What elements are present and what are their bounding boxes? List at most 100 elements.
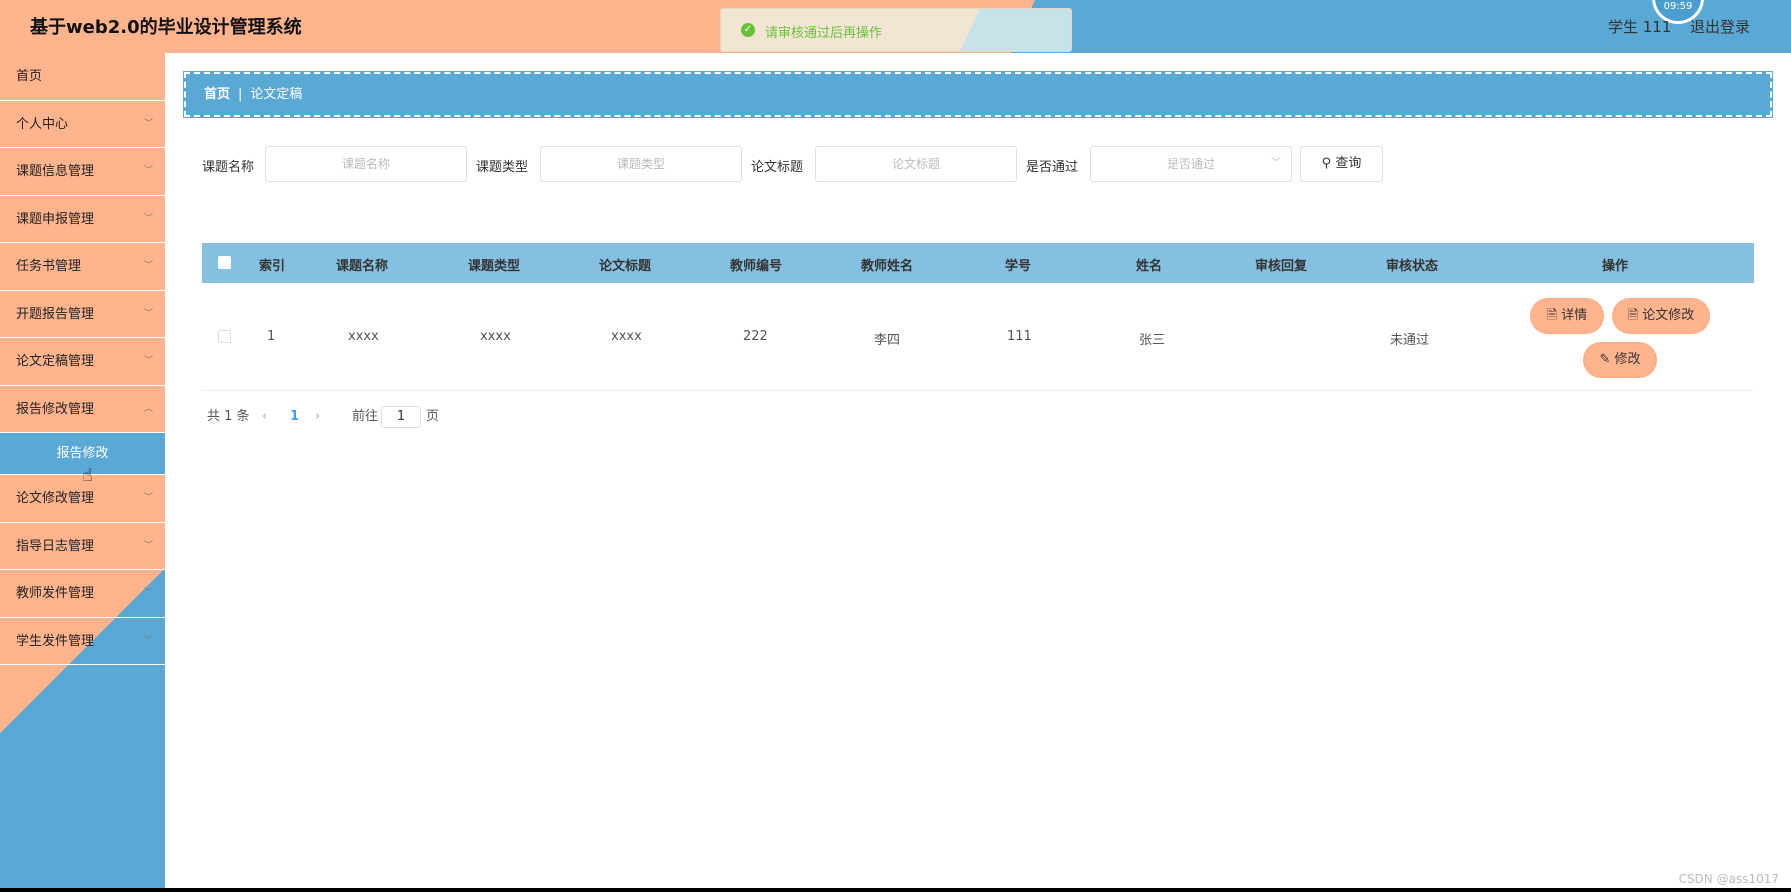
breadcrumb-separator: | xyxy=(238,87,243,102)
main-content: 首页 | 论文定稿 课题名称 课题名称 课题类型 课题类型 论文标题 论文标题 是否… xyxy=(165,53,1791,888)
sidebar-item-label: 首页 xyxy=(16,69,43,84)
search-icon: ⚲ xyxy=(1321,156,1332,171)
chevron-down-icon: ﹀ xyxy=(143,493,153,503)
sidebar-item-opening-report[interactable]: 开题报告管理 ﹀ xyxy=(0,291,165,338)
cell-type: xxxx xyxy=(480,329,511,344)
pencil-icon: ✎ xyxy=(1599,352,1611,367)
sidebar-item-label: 教师发件管理 xyxy=(16,586,95,601)
chevron-up-icon: ︿ xyxy=(143,403,153,414)
pagination-total: 共 1 条 xyxy=(207,409,250,424)
logout-link[interactable]: 退出登录 xyxy=(1690,16,1750,37)
sidebar-item-label: 学生发件管理 xyxy=(16,633,95,649)
app-title: 基于web2.0的毕业设计管理系统 xyxy=(30,17,302,38)
watermark: CSDN @ass1017 xyxy=(1678,872,1779,886)
type-input[interactable]: 课题类型 xyxy=(540,146,742,182)
cell-status: 未通过 xyxy=(1390,333,1430,348)
cell-topic: xxxx xyxy=(348,329,379,344)
cell-teacher-no: 222 xyxy=(743,329,768,344)
sidebar-item-label: 个人中心 xyxy=(16,116,69,132)
col-header: 教师编号 xyxy=(730,259,783,274)
data-table: 索引 课题名称 课题类型 论文标题 教师编号 教师姓名 学号 姓名 审核回复 审… xyxy=(202,243,1754,391)
chevron-down-icon: ﹀ xyxy=(143,635,153,646)
breadcrumb-home[interactable]: 首页 xyxy=(204,87,230,102)
sidebar-item-guide-log[interactable]: 指导日志管理 ﹀ xyxy=(0,523,165,570)
sidebar-item-label: 任务书管理 xyxy=(16,259,82,274)
pagination-goto-prefix: 前往 xyxy=(352,409,379,424)
sidebar-item-label: 论文定稿管理 xyxy=(16,354,95,369)
goto-page-input[interactable]: 1 xyxy=(381,406,421,428)
sidebar-item-task[interactable]: 任务书管理 ﹀ xyxy=(0,243,165,291)
paper-edit-button[interactable]: 🗎 论文修改 xyxy=(1612,298,1710,334)
toast-message: ✓ 请审核通过后再操作 xyxy=(720,8,1072,52)
chevron-down-icon: ﹀ xyxy=(143,213,153,224)
sidebar-item-label: 指导日志管理 xyxy=(16,538,95,554)
chevron-down-icon: ﹀ xyxy=(1271,158,1281,169)
breadcrumb: 首页 | 论文定稿 xyxy=(183,71,1773,118)
sidebar-item-label: 开题报告管理 xyxy=(16,306,95,322)
breadcrumb-current: 论文定稿 xyxy=(250,87,303,102)
cell-paper: xxxx xyxy=(611,329,642,344)
pass-label: 是否通过 xyxy=(1026,160,1079,175)
chevron-down-icon: ﹀ xyxy=(143,308,153,319)
edit-button[interactable]: ✎ 修改 xyxy=(1583,342,1657,378)
sidebar-item-final-paper[interactable]: 论文定稿管理 ﹀ xyxy=(0,338,165,386)
cell-teacher-name: 李四 xyxy=(874,333,901,348)
sidebar-item-home[interactable]: 首页 xyxy=(0,53,165,101)
cell-student-no: 111 xyxy=(1007,329,1032,344)
paper-title-input[interactable]: 论文标题 xyxy=(815,146,1017,182)
chevron-down-icon: ﹀ xyxy=(143,261,153,271)
toast-text: 请审核通过后再操作 xyxy=(765,26,883,41)
sidebar-item-label: 课题信息管理 xyxy=(16,164,95,179)
col-header: 论文标题 xyxy=(599,259,652,274)
sidebar-item-profile[interactable]: 个人中心 ﹀ xyxy=(0,101,165,148)
sidebar-item-topic-apply[interactable]: 课题申报管理 ﹀ xyxy=(0,196,165,243)
col-header: 审核状态 xyxy=(1386,259,1439,274)
type-label: 课题类型 xyxy=(476,160,529,175)
col-header: 索引 xyxy=(259,259,286,274)
cell-index: 1 xyxy=(267,329,276,344)
table-header: 索引 课题名称 课题类型 论文标题 教师编号 教师姓名 学号 姓名 审核回复 审… xyxy=(202,243,1754,283)
detail-button-label: 详情 xyxy=(1561,308,1588,323)
topic-input[interactable]: 课题名称 xyxy=(265,146,467,182)
hand-cursor-icon: ☝ xyxy=(82,465,93,486)
edit-button-label: 修改 xyxy=(1614,352,1641,367)
pass-select[interactable]: 是否通过 ﹀ xyxy=(1090,146,1292,182)
current-user: 学生 111 xyxy=(1608,18,1672,36)
col-header: 姓名 xyxy=(1136,259,1163,274)
sidebar-item-teacher-mail[interactable]: 教师发件管理 ﹀ xyxy=(0,570,165,618)
paper-edit-button-label: 论文修改 xyxy=(1642,308,1695,323)
detail-button[interactable]: 🗎 详情 xyxy=(1530,298,1604,334)
chevron-down-icon: ﹀ xyxy=(143,166,153,176)
col-header: 操作 xyxy=(1602,259,1629,274)
topic-label: 课题名称 xyxy=(202,160,255,175)
chevron-down-icon: ﹀ xyxy=(143,356,153,366)
col-header: 课题类型 xyxy=(468,259,521,274)
sidebar-item-label: 报告修改管理 xyxy=(16,401,95,417)
chevron-down-icon: ﹀ xyxy=(143,540,153,551)
col-header: 课题名称 xyxy=(336,259,389,274)
prev-page-icon[interactable]: ‹ xyxy=(262,406,267,428)
pagination-goto-suffix: 页 xyxy=(426,409,440,424)
page-number-current[interactable]: 1 xyxy=(290,406,299,428)
document-icon: 🗎 xyxy=(1546,308,1558,323)
table-row: 1 xxxx xxxx xxxx 222 李四 111 张三 未通过 🗎 详情 … xyxy=(202,283,1754,391)
chevron-down-icon: ﹀ xyxy=(143,118,153,129)
row-checkbox[interactable] xyxy=(218,330,231,343)
success-check-icon: ✓ xyxy=(741,23,755,37)
query-button-label: 查询 xyxy=(1335,156,1362,171)
col-header: 审核回复 xyxy=(1255,259,1308,274)
query-button[interactable]: ⚲ 查询 xyxy=(1300,146,1383,182)
sidebar-item-label: 论文修改管理 xyxy=(16,491,95,506)
paper-title-label: 论文标题 xyxy=(751,160,804,175)
sidebar-item-report-edit-mgmt[interactable]: 报告修改管理 ︿ xyxy=(0,386,165,433)
chevron-down-icon: ﹀ xyxy=(143,588,153,598)
pass-select-placeholder: 是否通过 xyxy=(1166,157,1215,171)
col-header: 学号 xyxy=(1005,259,1032,274)
sidebar-item-topic-info[interactable]: 课题信息管理 ﹀ xyxy=(0,148,165,196)
sidebar-item-label: 课题申报管理 xyxy=(16,211,95,227)
select-all-checkbox[interactable] xyxy=(218,256,231,269)
next-page-icon[interactable]: › xyxy=(315,406,320,428)
sidebar-item-student-mail[interactable]: 学生发件管理 ﹀ xyxy=(0,618,165,665)
sidebar-item-label: 报告修改 xyxy=(56,446,109,461)
cell-name: 张三 xyxy=(1139,333,1166,348)
